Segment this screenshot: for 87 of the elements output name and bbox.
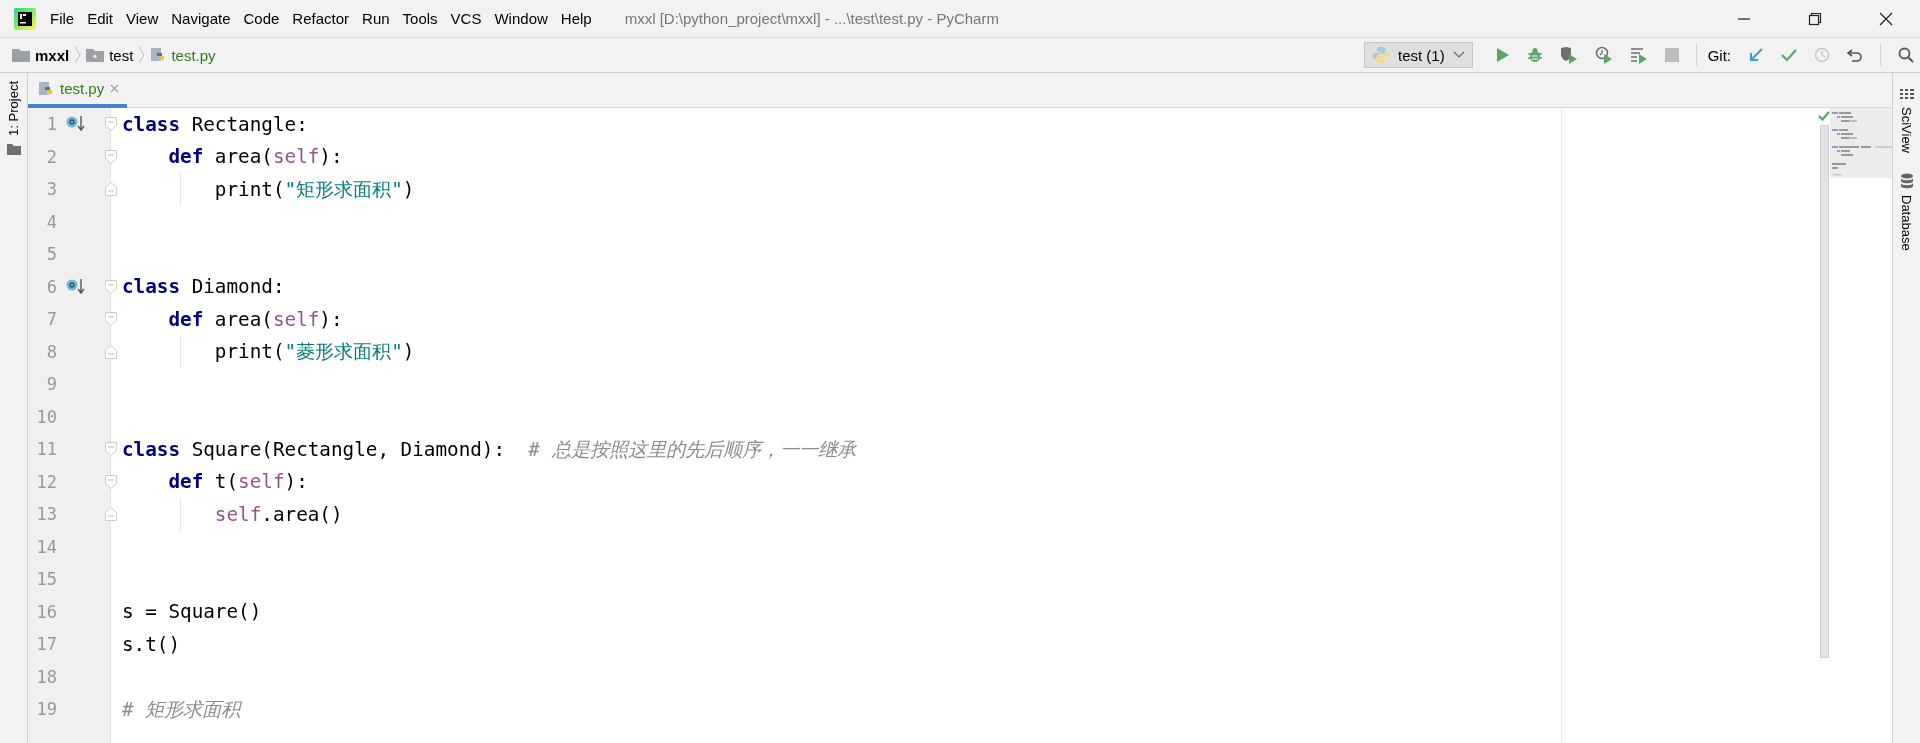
database-icon xyxy=(1899,173,1914,189)
line-number: 1 xyxy=(45,114,57,135)
line-number: 10 xyxy=(35,406,57,427)
clock-run-icon[interactable] xyxy=(1594,46,1613,64)
scrollbar[interactable] xyxy=(1819,125,1829,658)
python-file-icon xyxy=(38,80,54,97)
line-number: 5 xyxy=(45,244,57,265)
code-line: class Square(Rectangle, Diamond): # 总是按照这里的先后顺序，一一继承 xyxy=(122,436,856,463)
shield-run-icon[interactable] xyxy=(1559,46,1578,64)
menu-item[interactable]: VCS xyxy=(450,10,482,27)
code-line: def t(self): xyxy=(167,470,308,494)
code-line: class Rectangle: xyxy=(122,112,308,136)
window-title: mxxl [D:\python_project\mxxl] - ...\test\test.py - PyCharm xyxy=(624,10,999,27)
caret-icon xyxy=(1452,51,1465,59)
close-icon[interactable] xyxy=(1879,11,1893,26)
menu-item[interactable]: Tools xyxy=(402,10,438,27)
line-number: 17 xyxy=(35,634,57,655)
breadcrumb-item[interactable]: test.py xyxy=(171,46,216,64)
folder-icon xyxy=(12,48,30,62)
fold-icon[interactable] xyxy=(105,507,117,522)
menu-item[interactable]: Run xyxy=(362,10,390,27)
code-line: class Diamond: xyxy=(122,275,285,299)
code-line: def area(self): xyxy=(167,145,343,169)
fold-icon[interactable] xyxy=(105,474,117,489)
menu-item[interactable]: Window xyxy=(494,10,548,27)
line-number: 4 xyxy=(45,211,57,232)
tool-window-tab[interactable]: 1: Project xyxy=(6,81,21,136)
line-number: 16 xyxy=(35,601,57,622)
check-icon xyxy=(1818,111,1830,121)
code-line: s = Square() xyxy=(122,600,262,624)
menu-item[interactable]: Code xyxy=(243,10,280,27)
bug-icon[interactable] xyxy=(1526,47,1543,63)
menu-item[interactable]: Refactor xyxy=(292,10,350,27)
menu-item[interactable]: Edit xyxy=(87,10,114,27)
undo-icon[interactable] xyxy=(1847,47,1863,63)
line-number: 12 xyxy=(35,471,57,492)
tool-window-tab[interactable]: Database xyxy=(1899,195,1914,251)
search-icon[interactable] xyxy=(1898,47,1914,63)
grid-icon xyxy=(1899,89,1914,101)
line-number: 13 xyxy=(35,504,57,525)
line-number: 3 xyxy=(45,179,57,200)
menu-item[interactable]: Navigate xyxy=(171,10,231,27)
git-label: Git: xyxy=(1707,46,1731,64)
circle-down-arrow-icon[interactable] xyxy=(66,116,86,133)
fold-icon[interactable] xyxy=(105,149,117,164)
fold-icon[interactable] xyxy=(105,279,117,294)
arrow-icon[interactable] xyxy=(1748,47,1764,63)
fold-icon[interactable] xyxy=(105,312,117,327)
line-number: 14 xyxy=(35,536,57,557)
chevron-icon xyxy=(74,46,82,64)
code-line: def area(self): xyxy=(167,307,343,331)
line-number: 19 xyxy=(35,699,57,720)
tool-window-tab[interactable]: SciView xyxy=(1899,107,1914,153)
line-number: 2 xyxy=(45,146,57,167)
line-number: 15 xyxy=(35,569,57,590)
fold-icon[interactable] xyxy=(105,182,117,197)
chevron-icon xyxy=(138,46,146,64)
breadcrumb-item[interactable]: test xyxy=(109,46,134,64)
folder-icon xyxy=(6,143,21,155)
minimap[interactable] xyxy=(1830,108,1892,178)
list-run-icon[interactable] xyxy=(1629,46,1648,64)
circle-down-arrow-icon[interactable] xyxy=(66,278,86,295)
line-number: 7 xyxy=(45,309,57,330)
menu-item[interactable]: Help xyxy=(560,10,592,27)
code-line: print("菱形求面积") xyxy=(213,339,415,366)
fold-icon[interactable] xyxy=(105,344,117,359)
python-icon xyxy=(1371,46,1390,64)
folder-icon xyxy=(86,48,105,62)
run-configuration-dropdown[interactable]: test (1) xyxy=(1363,42,1473,68)
fold-icon[interactable] xyxy=(105,442,117,457)
fold-icon[interactable] xyxy=(105,117,117,132)
line-number: 6 xyxy=(45,276,57,297)
code-line: # 矩形求面积 xyxy=(122,696,241,723)
check-icon[interactable] xyxy=(1781,47,1797,63)
line-number: 11 xyxy=(35,439,57,460)
app-logo-icon xyxy=(14,7,36,30)
line-number: 18 xyxy=(35,666,57,687)
menu-item[interactable]: View xyxy=(126,10,159,27)
code-line: print("矩形求面积") xyxy=(213,176,415,203)
python-file-icon xyxy=(150,47,167,63)
breadcrumb-item[interactable]: mxxl xyxy=(35,46,70,64)
restore-icon[interactable] xyxy=(1808,11,1822,26)
menu-item[interactable]: File xyxy=(50,10,75,27)
line-number: 9 xyxy=(45,374,57,395)
code-line: self.area() xyxy=(213,502,343,526)
line-number: 8 xyxy=(45,341,57,362)
code-line: s.t() xyxy=(122,632,181,656)
